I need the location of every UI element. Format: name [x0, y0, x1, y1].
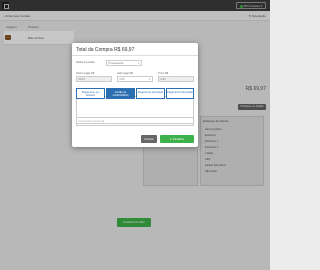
- tab-installment[interactable]: Pagamento parcelado: [136, 88, 165, 99]
- finalize-button[interactable]: ✔ Finalizar: [160, 135, 194, 143]
- modal-divider: [72, 55, 198, 56]
- modal-title: Total da Compra R$ 69,97: [76, 47, 135, 53]
- paid-input[interactable]: 0,00 ⇕: [117, 76, 153, 82]
- tab-cash[interactable]: Pagamento em dinheiro: [76, 88, 105, 99]
- payment-modal: Total da Compra R$ 69,97 Status do pedid…: [72, 43, 198, 147]
- change-field: 0,00: [158, 76, 194, 82]
- close-button[interactable]: Fechar: [141, 135, 157, 143]
- chevron-down-icon: ▾: [138, 62, 140, 65]
- tab-installment-alt[interactable]: Pagamento Parcelado: [166, 88, 194, 99]
- tab-card[interactable]: Cartão de crédito/Débito: [106, 88, 135, 99]
- stepper-icon: ⇕: [148, 78, 151, 81]
- change-label: Troco R$: [158, 72, 169, 75]
- total-pay-field: 69,97: [76, 76, 112, 82]
- total-pay-label: Total a pagar R$: [76, 72, 95, 75]
- comments-textarea[interactable]: Comentários (opcional): [76, 117, 194, 126]
- status-select[interactable]: Processando ▾: [106, 60, 142, 66]
- paid-label: Valor pago R$: [117, 72, 133, 75]
- status-label: Status do pedido: [76, 61, 95, 64]
